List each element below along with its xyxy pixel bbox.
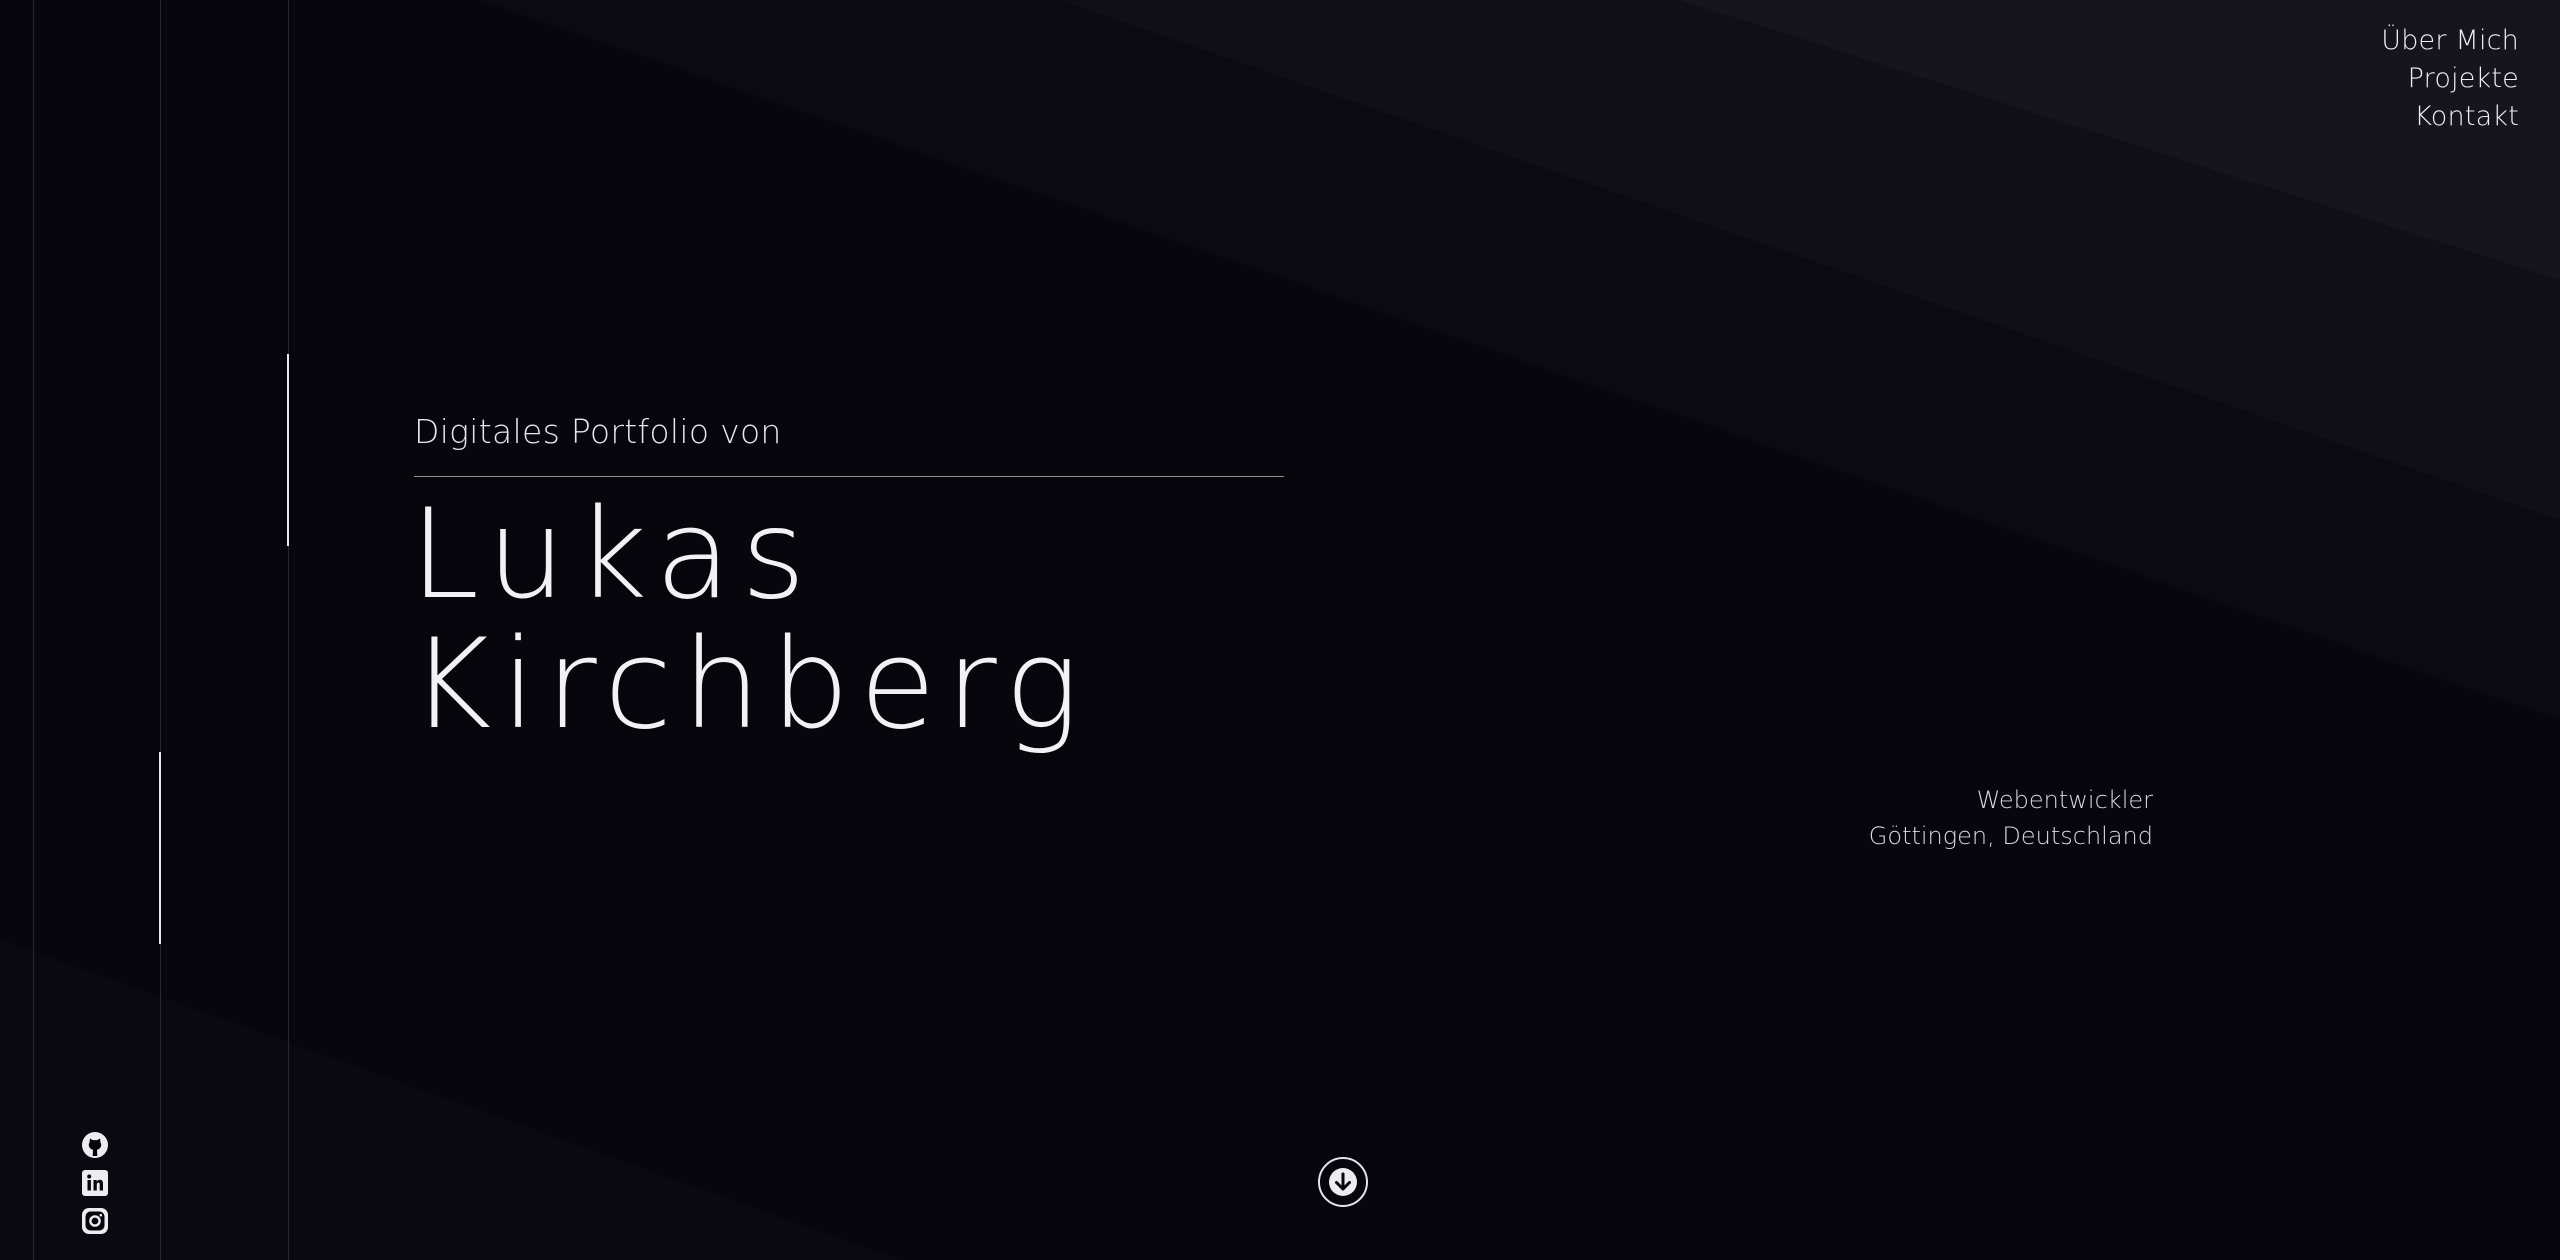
background-shapes <box>0 0 2560 1260</box>
guide-line <box>33 0 34 1260</box>
scroll-down-button[interactable] <box>1318 1157 1368 1207</box>
nav-item-ueber-mich[interactable]: Über Mich <box>2381 22 2519 60</box>
guide-line-accent <box>159 752 161 944</box>
guide-line <box>288 0 289 1260</box>
job-title: Webentwickler <box>1976 786 2153 814</box>
arrow-down-icon <box>1329 1168 1357 1196</box>
hero-intro: Digitales Portfolio von <box>414 412 782 451</box>
page: Über Mich Projekte Kontakt Digitales Por… <box>0 0 2560 1260</box>
social-links <box>80 1130 112 1244</box>
main-nav: Über Mich Projekte Kontakt <box>2381 22 2519 136</box>
divider <box>414 476 1284 477</box>
guide-line <box>160 0 161 1260</box>
nav-item-projekte[interactable]: Projekte <box>2381 60 2519 98</box>
linkedin-icon[interactable] <box>80 1168 110 1198</box>
hero-name: Lukas Kirchberg <box>410 490 1089 750</box>
github-icon[interactable] <box>80 1130 110 1160</box>
first-name: Lukas <box>410 483 816 627</box>
hero-role: Webentwickler Göttingen, Deutschland <box>1869 782 2153 854</box>
instagram-icon[interactable] <box>80 1206 110 1236</box>
location: Göttingen, Deutschland <box>1868 822 2153 850</box>
nav-item-kontakt[interactable]: Kontakt <box>2381 98 2519 136</box>
guide-line-accent <box>287 354 289 546</box>
last-name: Kirchberg <box>410 613 1089 757</box>
